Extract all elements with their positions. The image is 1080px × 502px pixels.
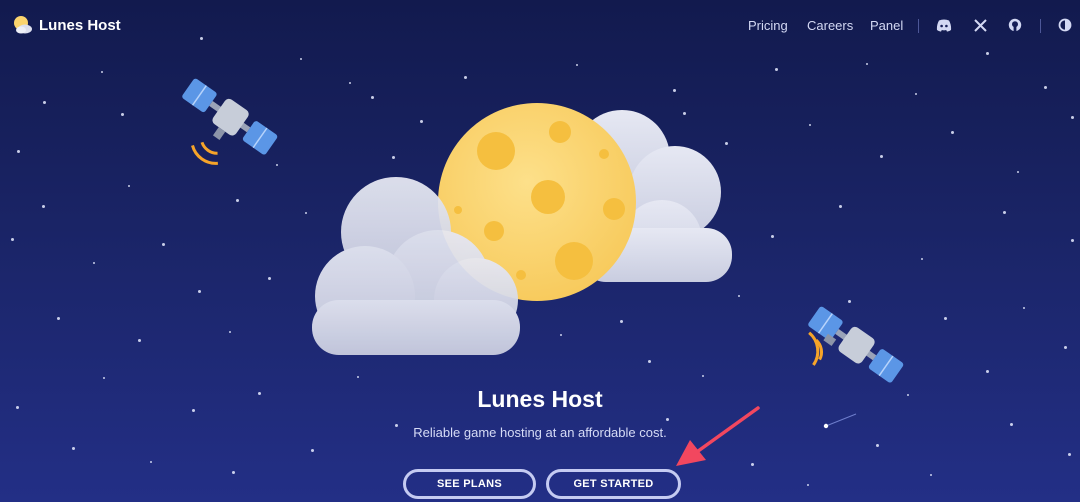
star xyxy=(11,238,14,241)
star xyxy=(268,277,271,280)
star xyxy=(311,449,314,452)
star xyxy=(198,290,201,293)
star xyxy=(72,447,75,450)
hero-subtitle: Reliable game hosting at an affordable c… xyxy=(413,425,667,440)
star xyxy=(866,63,868,65)
star xyxy=(944,317,947,320)
star xyxy=(775,68,778,71)
nav-link-panel[interactable]: Panel xyxy=(870,18,903,33)
star xyxy=(371,96,374,99)
star xyxy=(673,89,676,92)
star xyxy=(150,461,152,463)
star xyxy=(42,205,45,208)
star xyxy=(921,258,923,260)
star xyxy=(1071,239,1074,242)
star xyxy=(702,375,704,377)
star xyxy=(915,93,917,95)
star xyxy=(305,212,307,214)
star xyxy=(138,339,141,342)
star xyxy=(620,320,623,323)
nav-divider xyxy=(1040,19,1041,33)
star xyxy=(162,243,165,246)
star xyxy=(683,112,686,115)
hero-title: Lunes Host xyxy=(477,386,603,412)
star xyxy=(101,71,103,73)
star xyxy=(880,155,883,158)
star xyxy=(809,124,811,126)
star xyxy=(807,484,809,486)
star xyxy=(357,376,359,378)
front-cloud xyxy=(312,177,520,355)
discord-icon[interactable] xyxy=(935,16,953,34)
star xyxy=(576,64,578,66)
star xyxy=(17,150,20,153)
see-plans-button[interactable]: SEE PLANS xyxy=(403,469,536,499)
star xyxy=(848,300,851,303)
nav-link-careers[interactable]: Careers xyxy=(807,18,853,33)
x-icon[interactable] xyxy=(971,16,989,34)
star xyxy=(128,185,130,187)
top-navbar: Lunes Host Pricing Careers Panel xyxy=(0,0,1080,52)
star xyxy=(349,82,351,84)
brand-name: Lunes Host xyxy=(39,16,121,34)
star xyxy=(986,370,989,373)
star xyxy=(229,331,231,333)
star xyxy=(876,444,879,447)
satellite-left xyxy=(182,78,278,165)
star xyxy=(276,164,278,166)
nav-link-pricing[interactable]: Pricing xyxy=(748,18,788,33)
moon-illustration xyxy=(438,103,636,301)
star xyxy=(648,360,651,363)
star xyxy=(1044,86,1047,89)
star xyxy=(666,418,669,421)
star xyxy=(236,199,239,202)
star xyxy=(420,120,423,123)
star xyxy=(1068,453,1071,456)
star xyxy=(93,262,95,264)
star xyxy=(560,334,562,336)
star xyxy=(986,52,989,55)
star xyxy=(1071,116,1074,119)
star xyxy=(464,76,467,79)
star xyxy=(1023,307,1025,309)
star xyxy=(751,463,754,466)
star xyxy=(771,235,774,238)
star xyxy=(1003,211,1006,214)
star xyxy=(738,295,740,297)
star xyxy=(103,377,105,379)
brand[interactable]: Lunes Host xyxy=(12,14,121,36)
star xyxy=(232,471,235,474)
back-cloud xyxy=(574,110,732,282)
get-started-button[interactable]: GET STARTED xyxy=(546,469,681,499)
star xyxy=(930,474,932,476)
star xyxy=(121,113,124,116)
star xyxy=(839,205,842,208)
star xyxy=(951,131,954,134)
star xyxy=(392,156,395,159)
star xyxy=(300,58,302,60)
moon-cloud-logo-icon xyxy=(12,14,34,36)
star xyxy=(1017,171,1019,173)
github-icon[interactable] xyxy=(1006,16,1024,34)
nav-divider xyxy=(918,19,919,33)
star xyxy=(725,142,728,145)
star xyxy=(43,101,46,104)
star xyxy=(1064,346,1067,349)
theme-toggle-icon[interactable] xyxy=(1056,16,1074,34)
star xyxy=(57,317,60,320)
